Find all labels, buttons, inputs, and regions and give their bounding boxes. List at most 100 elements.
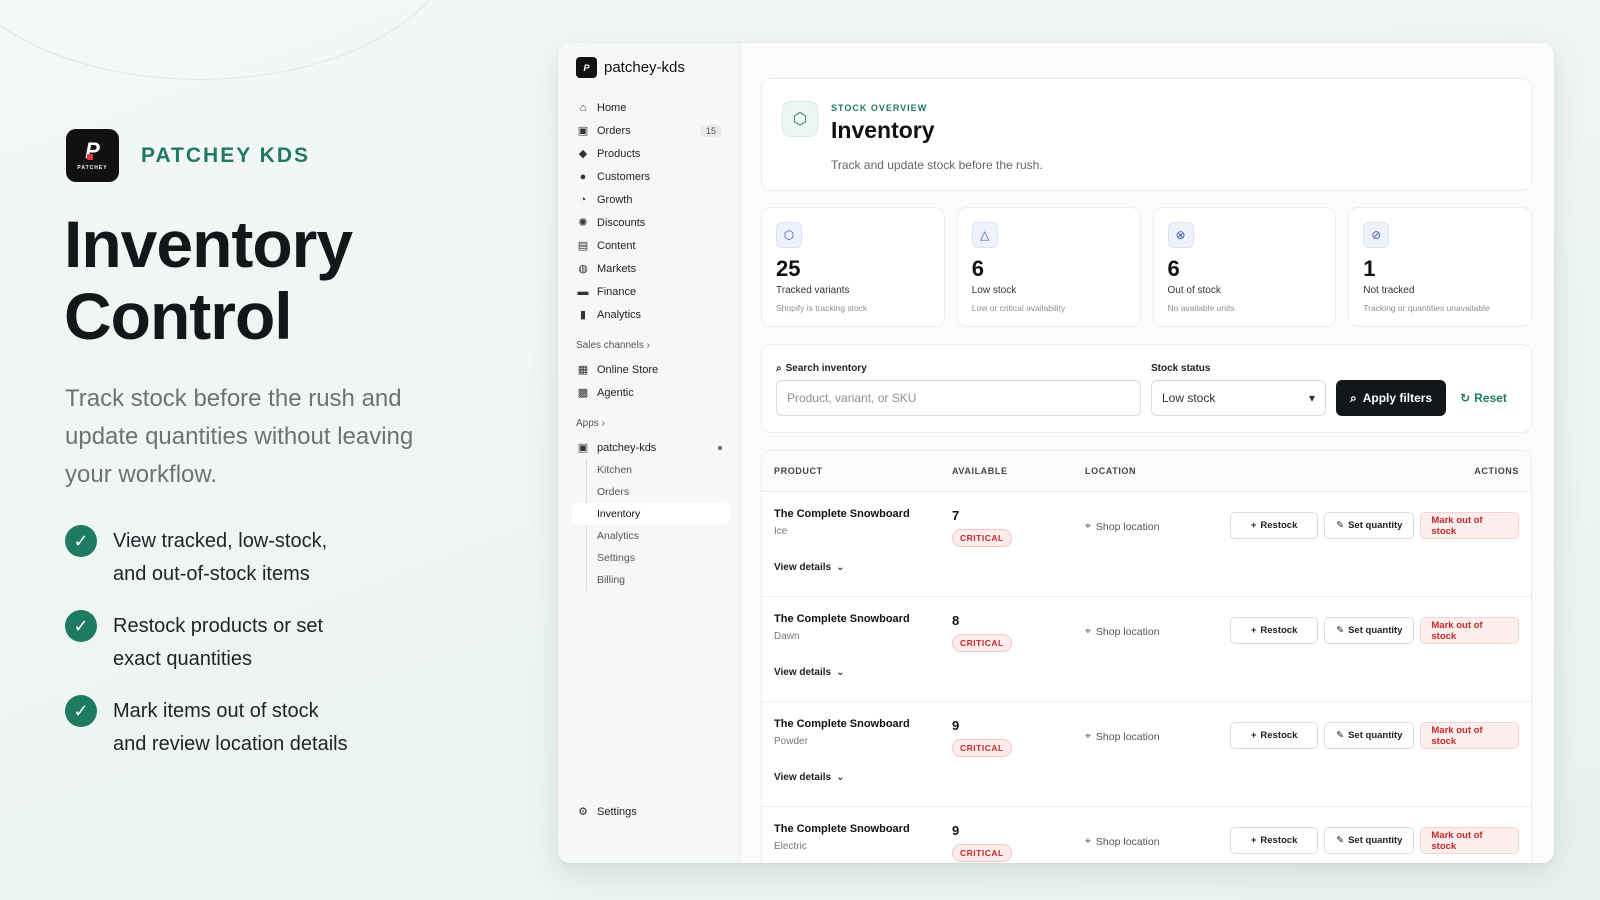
view-details-toggle[interactable]: View details ⌄ [774, 667, 1519, 678]
pin-dot-icon [718, 445, 722, 450]
sidebar-item-analytics[interactable]: ▮ Analytics [558, 303, 740, 326]
stock-status-select[interactable]: Low stock ▾ [1151, 380, 1326, 416]
view-details-toggle[interactable]: View details ⌄ [774, 772, 1519, 783]
sidebar-item-agentic[interactable]: ▩ Agentic [558, 381, 740, 404]
status-badge: CRITICAL [952, 739, 1012, 757]
plus-icon: + [1250, 625, 1257, 636]
feature-line: Restock products or set [113, 615, 324, 637]
location-name: Shop location [1095, 730, 1160, 743]
sidebar: P patchey-kds ⌂ Home ▣ Orders 15 ◆ Products … [558, 43, 741, 863]
globe-icon: ◍ [578, 263, 588, 275]
refresh-icon: ↻ [1460, 391, 1471, 405]
gear-icon: ⚙ [578, 806, 588, 818]
mark-out-of-stock-button[interactable]: Mark out of stock [1420, 512, 1519, 539]
stats-row: ⬡ 25 Tracked variants Shopify is trackin… [761, 207, 1532, 327]
col-header-available: AVAILABLE [952, 466, 1008, 476]
sidebar-item-products[interactable]: ◆ Products [558, 142, 740, 165]
table-row: The Complete Snowboard Electric 9 CRITIC… [762, 807, 1531, 863]
pin-icon: ⌖ [1085, 625, 1091, 637]
sub-item-analytics[interactable]: Analytics [587, 525, 740, 547]
set-quantity-button[interactable]: ✎ Set quantity [1324, 722, 1415, 749]
warning-icon: △ [971, 222, 998, 248]
stat-value: 25 [776, 256, 801, 281]
sub-item-orders[interactable]: Orders [587, 481, 740, 503]
sub-item-kitchen[interactable]: Kitchen [587, 459, 740, 481]
check-icon: ✓ [65, 525, 97, 557]
sidebar-item-growth[interactable]: ◔ Growth [558, 188, 740, 211]
search-input[interactable] [776, 380, 1141, 416]
brand: P PATCHEY PATCHEY KDS [66, 129, 310, 182]
search-icon: ⌕ [776, 363, 782, 374]
page-eyebrow: STOCK OVERVIEW [831, 103, 928, 113]
feature-list: ✓ View tracked, low-stock, and out-of-st… [65, 525, 373, 780]
sub-item-settings[interactable]: Settings [587, 547, 740, 569]
table-row: The Complete Snowboard Dawn 8 CRITICAL ⌖… [762, 597, 1531, 702]
sidebar-item-content[interactable]: ▤ Content [558, 234, 740, 257]
mark-out-of-stock-button[interactable]: Mark out of stock [1420, 617, 1519, 644]
apps-label[interactable]: Apps › [558, 414, 740, 432]
set-quantity-button[interactable]: ✎ Set quantity [1324, 512, 1415, 539]
pencil-icon: ✎ [1336, 520, 1345, 531]
sidebar-item-app[interactable]: ▣ patchey-kds [558, 436, 740, 459]
page-description: Track and update stock before the rush. [831, 158, 1043, 172]
apply-filters-button[interactable]: ⌕ Apply filters [1336, 380, 1447, 416]
app-icon: ▣ [577, 442, 589, 454]
sidebar-item-home[interactable]: ⌂ Home [558, 96, 740, 119]
search-icon: ⌕ [1350, 390, 1357, 405]
sub-item-billing[interactable]: Billing [587, 569, 740, 591]
set-quantity-button[interactable]: ✎ Set quantity [1324, 827, 1415, 854]
hero-subtitle: Track stock before the rush and update q… [65, 385, 414, 488]
sidebar-item-label: Home [597, 101, 627, 114]
product-variant: Electric [774, 841, 807, 852]
store-icon: ▦ [577, 364, 589, 376]
stat-label: Tracked variants [776, 285, 850, 296]
page-header-card: ⬡ STOCK OVERVIEW Inventory Track and upd… [761, 78, 1532, 191]
sidebar-item-label: Finance [597, 285, 637, 298]
stock-status-label: Stock status [1151, 363, 1211, 374]
feature-item: ✓ Mark items out of stock and review loc… [65, 695, 373, 761]
feature-line: exact quantities [113, 648, 252, 670]
sub-item-inventory[interactable]: Inventory [572, 503, 730, 525]
stock-status-value: Low stock [1162, 391, 1216, 405]
view-details-toggle[interactable]: View details ⌄ [774, 562, 1519, 573]
gauge-icon: ◔ [579, 193, 587, 206]
sidebar-item-label: Markets [597, 262, 637, 275]
stat-value: 6 [971, 256, 984, 281]
inbox-icon: ▣ [577, 125, 589, 137]
sales-channels-label[interactable]: Sales channels › [558, 336, 740, 354]
pin-icon: ⌖ [1085, 835, 1091, 847]
restock-button[interactable]: + Restock [1230, 512, 1319, 539]
sidebar-item-online-store[interactable]: ▦ Online Store [558, 358, 740, 381]
available-qty: 8 [952, 613, 960, 628]
sidebar-item-discounts[interactable]: ✺ Discounts [558, 211, 740, 234]
sidebar-item-label: patchey-kds [597, 441, 657, 454]
sidebar-item-label: Discounts [597, 216, 646, 229]
store-header[interactable]: P patchey-kds [558, 57, 740, 78]
page-title: Inventory [831, 117, 935, 143]
brand-logo-word: PATCHEY [77, 165, 108, 171]
sidebar-item-customers[interactable]: ● Customers [558, 165, 740, 188]
orders-count-badge: 15 [699, 124, 722, 137]
sidebar-item-label: Products [597, 147, 641, 160]
mark-out-of-stock-button[interactable]: Mark out of stock [1420, 722, 1519, 749]
sidebar-item-markets[interactable]: ◍ Markets [558, 257, 740, 280]
reset-button[interactable]: ↻ Reset [1456, 380, 1511, 416]
product-name: The Complete Snowboard [774, 718, 910, 730]
sidebar-item-finance[interactable]: ▬ Finance [558, 280, 740, 303]
table-row: The Complete Snowboard Powder 9 CRITICAL… [762, 702, 1531, 807]
sidebar-item-label: Online Store [597, 363, 659, 376]
stat-card-tracked: ⬡ 25 Tracked variants Shopify is trackin… [761, 207, 945, 327]
stat-label: Not tracked [1363, 285, 1415, 296]
search-label: Search inventory [785, 363, 867, 374]
set-quantity-button[interactable]: ✎ Set quantity [1324, 617, 1415, 644]
restock-button[interactable]: + Restock [1230, 617, 1319, 644]
sidebar-item-orders[interactable]: ▣ Orders 15 [558, 119, 740, 142]
filter-card: ⌕Search inventory Stock status Low stock… [761, 344, 1532, 433]
chevron-right-icon: › [646, 339, 650, 351]
available-qty: 9 [952, 823, 960, 838]
stat-value: 1 [1363, 256, 1376, 281]
mark-out-of-stock-button[interactable]: Mark out of stock [1420, 827, 1519, 854]
restock-button[interactable]: + Restock [1230, 827, 1319, 854]
restock-button[interactable]: + Restock [1230, 722, 1319, 749]
sidebar-item-settings[interactable]: ⚙ Settings [558, 800, 740, 823]
